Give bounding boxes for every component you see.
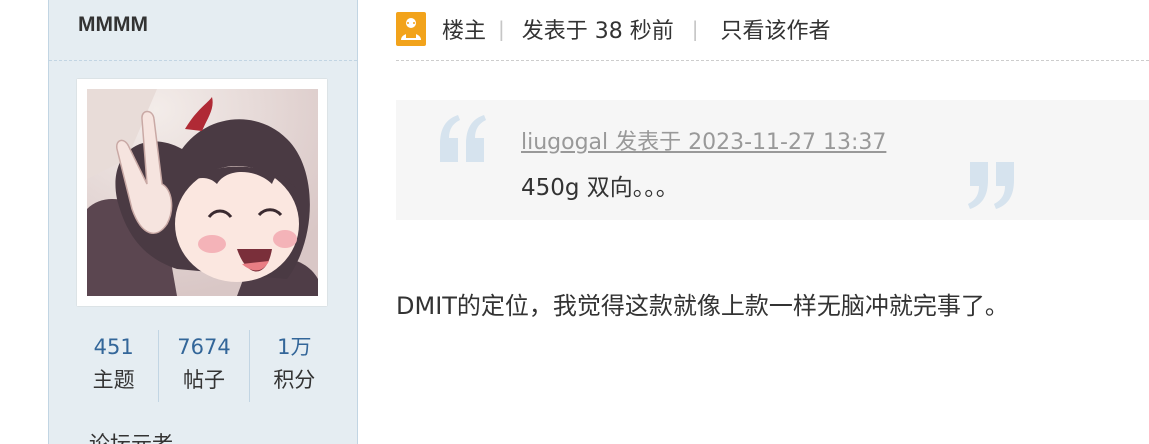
- quote-block: liugogal 发表于 2023-11-27 13:37 450g 双向。。。: [396, 100, 1149, 220]
- stat-posts[interactable]: 7674 帖子: [158, 330, 248, 402]
- owner-label: 楼主: [442, 19, 487, 44]
- stat-label: 主题: [92, 368, 135, 392]
- stat-value[interactable]: 451: [69, 330, 158, 364]
- only-author-link[interactable]: 只看该作者: [721, 13, 831, 45]
- author-rank: 论坛元老: [89, 432, 173, 444]
- stat-value[interactable]: 7674: [159, 330, 248, 364]
- separator: |: [691, 17, 699, 41]
- divider: [396, 60, 1149, 61]
- author-stats: 451 主题 7674 帖子 1万 积分: [69, 330, 339, 402]
- posted-time: 发表于 38 秒前: [521, 19, 674, 44]
- avatar-frame[interactable]: [77, 79, 327, 306]
- post-body: DMIT的定位，我觉得这款就像上款一样无脑冲就完事了。: [396, 292, 1009, 320]
- stat-credits[interactable]: 1万 积分: [248, 330, 339, 402]
- post-header: 楼主 | 发表于 38 秒前 | 只看该作者: [396, 12, 1149, 46]
- stat-threads[interactable]: 451 主题: [69, 330, 158, 402]
- separator: |: [498, 17, 505, 41]
- quote-source-link[interactable]: liugogal 发表于 2023-11-27 13:37: [521, 124, 886, 156]
- author-sidebar: MMMM 451 主题 7674 帖子 1万 积分 论坛元老: [48, 0, 358, 444]
- avatar[interactable]: [87, 89, 318, 296]
- author-username[interactable]: MMMM: [78, 13, 148, 37]
- stat-value[interactable]: 1万: [250, 330, 339, 364]
- divider: [49, 60, 357, 61]
- stat-label: 积分: [273, 368, 316, 392]
- quote-text: 450g 双向。。。: [521, 175, 679, 201]
- open-quote-icon: [440, 115, 486, 162]
- close-quote-icon: [968, 162, 1014, 209]
- thread-owner-icon: [396, 12, 426, 46]
- stat-label: 帖子: [182, 368, 225, 392]
